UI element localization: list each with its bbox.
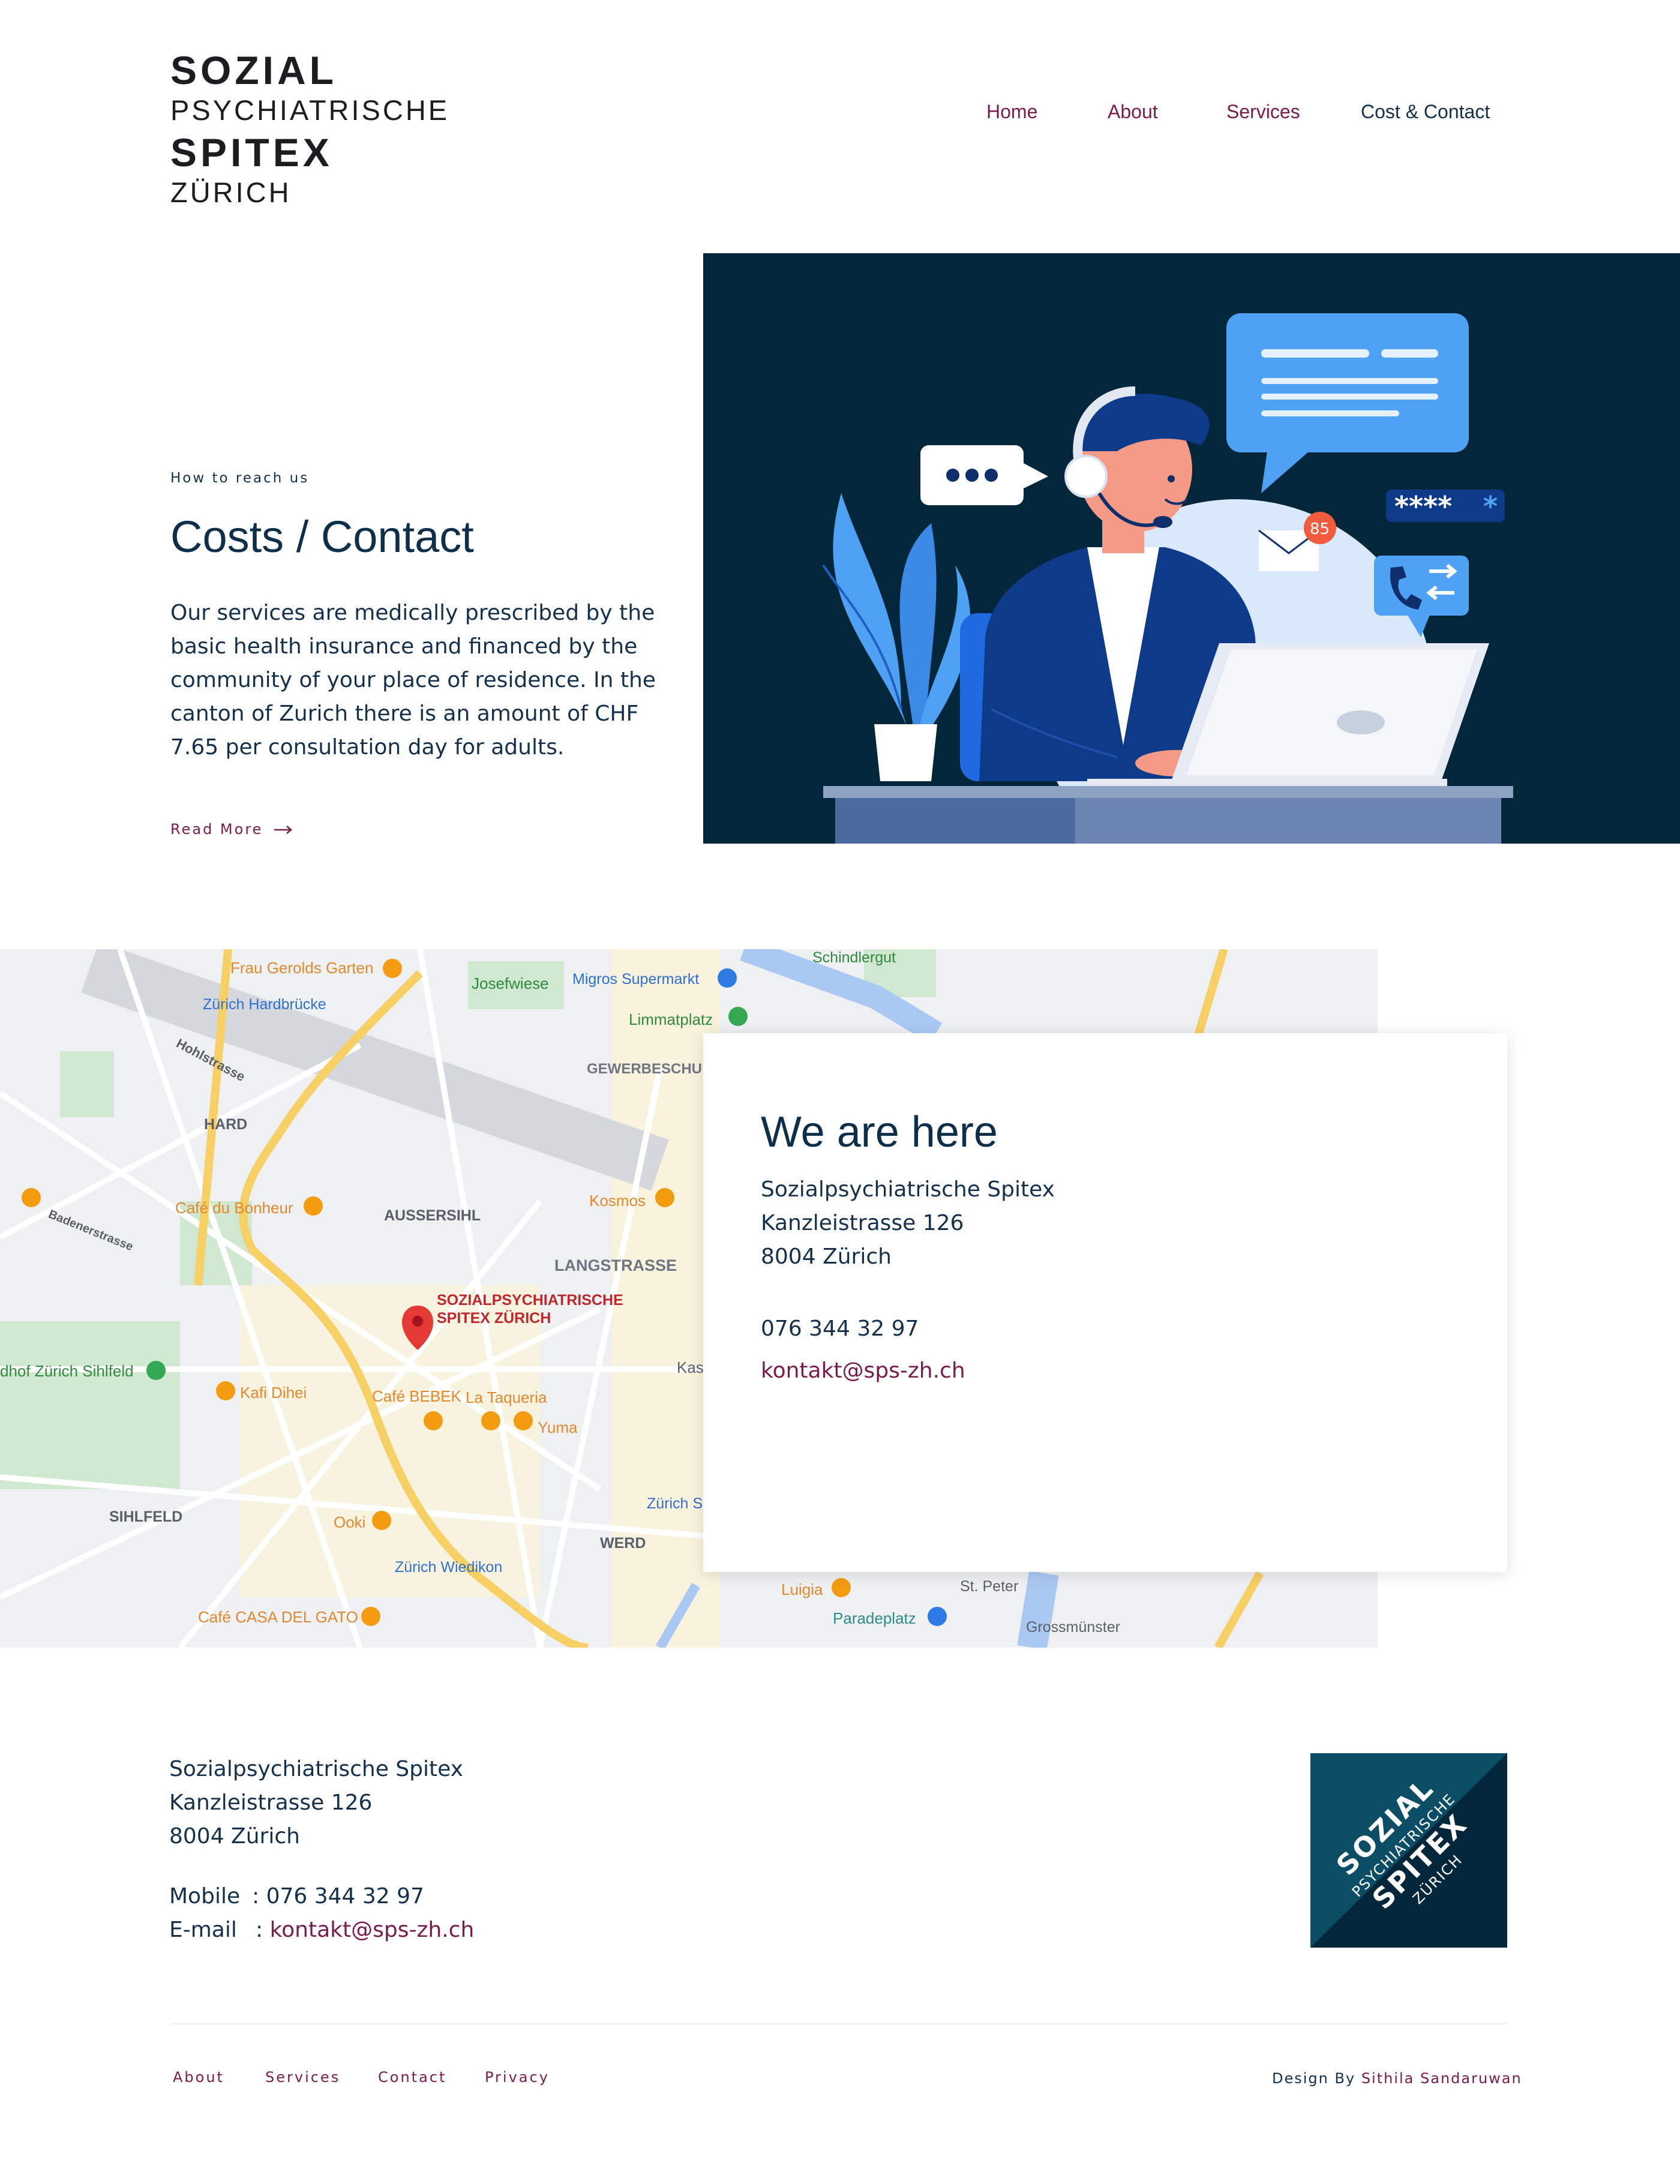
footer-mobile-label: Mobile xyxy=(169,1884,241,1909)
logo-line-sozial: SOZIAL xyxy=(170,48,337,92)
map-label: Paradeplatz xyxy=(833,1609,916,1627)
logo-line-psychiatrische: PSYCHIATRISCHE xyxy=(170,94,450,126)
footer-street: Kanzleistrasse 126 xyxy=(169,1790,373,1815)
map-label: Café BEBEK xyxy=(372,1387,461,1405)
map-label: Café du Bonheur xyxy=(175,1199,293,1217)
footer-org-name: Sozialpsychiatrische Spitex xyxy=(169,1757,463,1781)
nav-home[interactable]: Home xyxy=(986,101,1037,123)
map-label: St. Peter xyxy=(960,1578,1019,1595)
footer-link-services[interactable]: Services xyxy=(265,2069,340,2086)
map-label: Limmatplatz xyxy=(629,1010,713,1028)
nav-cost-contact[interactable]: Cost & Contact xyxy=(1361,101,1490,123)
map-label: Yuma xyxy=(538,1418,578,1436)
map-label: La Taqueria xyxy=(466,1388,547,1406)
read-more-link[interactable]: Read More xyxy=(170,821,293,838)
chat-bubble-icon xyxy=(920,445,1048,505)
map-label: Schindlergut xyxy=(812,949,896,966)
logo-line-zuerich: ZÜRICH xyxy=(170,176,292,208)
site-logo[interactable]: SOZIAL PSYCHIATRISCHE SPITEX ZÜRICH xyxy=(170,48,450,208)
card-street: Kanzleistrasse 126 xyxy=(761,1211,964,1235)
credit-prefix: Design By xyxy=(1272,2070,1356,2087)
map-label: Grossmünster xyxy=(1026,1619,1120,1636)
map-label: Ooki xyxy=(334,1513,366,1531)
footer-link-about[interactable]: About xyxy=(173,2069,224,2086)
section-eyebrow: How to reach us xyxy=(170,470,310,486)
card-city: 8004 Zürich xyxy=(761,1244,892,1269)
page-title: Costs / Contact xyxy=(170,512,474,562)
footer-mobile-row: Mobile: 076 344 32 97 xyxy=(169,1884,424,1909)
footer-email-link[interactable]: kontakt@sps-zh.ch xyxy=(270,1918,475,1942)
footer-mobile-separator: : xyxy=(252,1884,260,1909)
notification-count: 85 xyxy=(1310,520,1330,538)
footer-link-privacy[interactable]: Privacy xyxy=(485,2069,550,2086)
nav-services[interactable]: Services xyxy=(1226,101,1300,123)
footer-email-separator: : xyxy=(256,1918,263,1942)
map-label: HARD xyxy=(204,1116,248,1133)
map-label: Luigia xyxy=(781,1580,823,1598)
footer-city: 8004 Zürich xyxy=(169,1824,300,1849)
map-label: Kafi Dihei xyxy=(240,1384,307,1402)
read-more-label: Read More xyxy=(170,821,263,838)
nav-about[interactable]: About xyxy=(1108,101,1158,123)
map-label: GEWERBESCHU xyxy=(587,1061,703,1077)
map-pin-label-line1: SOZIALPSYCHIATRISCHE xyxy=(437,1292,623,1309)
map-label: Josefwiese xyxy=(472,974,549,992)
map-label: Zürich Hardbrücke xyxy=(203,996,326,1013)
footer-email-label: E-mail xyxy=(169,1918,237,1942)
map-label: WERD xyxy=(600,1535,646,1552)
map-label: Migros Supermarkt xyxy=(572,971,700,988)
footer-email-row: E-mail: kontakt@sps-zh.ch xyxy=(169,1918,474,1942)
footer-link-contact[interactable]: Contact xyxy=(378,2069,446,2086)
map-label: Zürich S xyxy=(647,1495,703,1512)
arrow-right-icon xyxy=(274,826,292,834)
card-email-link[interactable]: kontakt@sps-zh.ch xyxy=(761,1358,965,1383)
map-pin-label: SOZIALPSYCHIATRISCHE SPITEX ZÜRICH xyxy=(437,1291,623,1327)
map-label: SIHLFELD xyxy=(109,1508,183,1525)
plant-icon xyxy=(822,493,971,781)
svg-text:*: * xyxy=(1483,490,1498,523)
footer-logo[interactable]: SOZIAL PSYCHIATRISCHE SPITEX ZÜRICH xyxy=(1310,1753,1507,1948)
map-label: Café CASA DEL GATO xyxy=(198,1608,358,1626)
footer-phone-link[interactable]: 076 344 32 97 xyxy=(266,1884,424,1909)
map-label: Kosmos xyxy=(589,1192,646,1210)
message-bubble-icon xyxy=(1226,313,1469,493)
map-label: AUSSERSIHL xyxy=(384,1207,481,1224)
card-org-name: Sozialpsychiatrische Spitex xyxy=(761,1177,1055,1202)
card-phone-link[interactable]: 076 344 32 97 xyxy=(761,1316,919,1341)
card-title: We are here xyxy=(761,1108,998,1156)
intro-text: Our services are medically prescribed by… xyxy=(170,601,656,760)
map-label: LANGSTRASSE xyxy=(554,1256,677,1274)
contact-card: We are here Sozialpsychiatrische Spitex … xyxy=(703,1033,1507,1572)
map-label: Kas xyxy=(677,1358,704,1376)
password-text: **** xyxy=(1394,490,1452,523)
map-label: dhof Zürich Sihlfeld xyxy=(0,1362,134,1380)
logo-line-spitex: SPITEX xyxy=(170,130,333,175)
map-pin-label-line2: SPITEX ZÜRICH xyxy=(437,1310,551,1327)
hero-illustration: **** * 85 xyxy=(703,253,1680,844)
map-label: Frau Gerolds Garten xyxy=(230,959,374,977)
map-label: Zürich Wiedikon xyxy=(395,1559,503,1576)
footer-divider xyxy=(172,2023,1507,2024)
design-credit: Design By Sithila Sandaruwan xyxy=(1272,2070,1522,2087)
credit-author-link[interactable]: Sithila Sandaruwan xyxy=(1361,2070,1522,2087)
